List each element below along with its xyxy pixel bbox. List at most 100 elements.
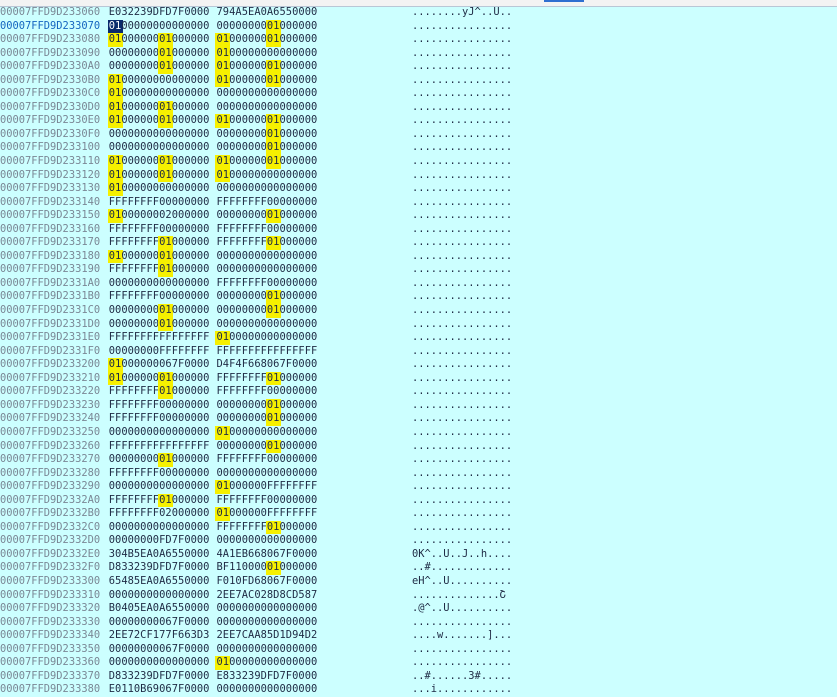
- hex-row[interactable]: 00007FFD9D233320 B0 40 5E A0 A6 55 00 00 00 00 00 00…: [0, 602, 837, 616]
- hex-byte[interactable]: 00: [304, 670, 319, 684]
- hex-row[interactable]: 00007FFD9D2332C0 00 00 00 00 00 00 00 00 FF FF FF FF…: [0, 520, 837, 535]
- hex-byte[interactable]: 00: [304, 358, 319, 372]
- hex-row[interactable]: 00007FFD9D233270 00 00 00 00 01 00 00 00 FF FF FF FF…: [0, 453, 837, 467]
- hex-row[interactable]: 00007FFD9D233130 01 00 00 00 00 00 00 00 00 00 00 00…: [0, 182, 837, 196]
- hex-byte[interactable]: 00: [196, 6, 211, 20]
- hex-byte[interactable]: D2: [304, 629, 319, 643]
- hex-byte[interactable]: 00: [196, 290, 211, 304]
- hex-byte[interactable]: 00: [304, 182, 319, 196]
- hex-row[interactable]: 00007FFD9D233140 FF FF FF FF 00 00 00 00 FF FF FF FF…: [0, 196, 837, 210]
- hex-row[interactable]: 00007FFD9D2332F0 D8 33 23 9D FD 7F 00 00 BF 11 00 00…: [0, 561, 837, 575]
- hex-row[interactable]: 00007FFD9D2330F0 00 00 00 00 00 00 00 00 00 00 00 00…: [0, 127, 837, 142]
- hex-row[interactable]: 00007FFD9D233240 FF FF FF FF 00 00 00 00 00 00 00 00…: [0, 412, 837, 426]
- hex-byte[interactable]: FF: [196, 345, 211, 359]
- hex-byte[interactable]: 00: [304, 467, 319, 481]
- hex-byte[interactable]: 00: [196, 141, 211, 155]
- hex-row[interactable]: 00007FFD9D233310 00 00 00 00 00 00 00 00 2E E7 AC 02…: [0, 589, 837, 603]
- hex-byte[interactable]: 00: [196, 643, 211, 657]
- hex-row[interactable]: 00007FFD9D2331B0 FF FF FF FF 00 00 00 00 00 00 00 00…: [0, 290, 837, 305]
- hex-row[interactable]: 00007FFD9D233220 FF FF FF FF 01 00 00 00 FF FF FF FF…: [0, 385, 837, 399]
- hex-byte[interactable]: FF: [304, 480, 319, 494]
- hex-byte[interactable]: 87: [304, 589, 319, 603]
- hex-row[interactable]: 00007FFD9D233340 2E E7 2C F1 77 F6 63 D3 2E E7 CA A8…: [0, 629, 837, 643]
- hex-byte[interactable]: 00: [304, 114, 319, 128]
- hex-byte[interactable]: 00: [196, 399, 211, 413]
- hex-byte[interactable]: 00: [196, 507, 211, 521]
- hex-row[interactable]: 00007FFD9D233120 01 00 00 00 01 00 00 00 01 00 00 00…: [0, 168, 837, 183]
- hex-byte[interactable]: 00: [196, 250, 211, 264]
- hex-byte[interactable]: 00: [196, 101, 211, 115]
- hex-byte[interactable]: 00: [196, 128, 211, 142]
- hex-byte[interactable]: 00: [304, 521, 319, 535]
- hex-byte[interactable]: 00: [196, 236, 211, 250]
- hex-byte[interactable]: 00: [196, 263, 211, 277]
- hex-byte[interactable]: 00: [196, 683, 211, 697]
- hex-byte[interactable]: 00: [196, 561, 211, 575]
- hex-byte[interactable]: 00: [304, 534, 319, 548]
- hex-dump-view[interactable]: 00007FFD9D233060 E0 32 23 9D FD 7F 00 00 79 4A 5E A0…: [0, 6, 837, 697]
- hex-byte[interactable]: 00: [196, 182, 211, 196]
- hex-row[interactable]: 00007FFD9D233080 01 00 00 00 01 00 00 00 01 00 00 00…: [0, 33, 837, 47]
- hex-row[interactable]: 00007FFD9D233100 00 00 00 00 00 00 00 00 00 00 00 00…: [0, 141, 837, 156]
- hex-byte[interactable]: 00: [196, 223, 211, 237]
- hex-byte[interactable]: 00: [304, 196, 319, 210]
- hex-byte[interactable]: 00: [304, 331, 319, 345]
- hex-byte[interactable]: 00: [304, 60, 319, 74]
- hex-byte[interactable]: 00: [196, 670, 211, 684]
- hex-byte[interactable]: 00: [304, 304, 319, 318]
- hex-row[interactable]: 00007FFD9D233180 01 00 00 00 01 00 00 00 00 00 00 00…: [0, 249, 837, 264]
- hex-byte[interactable]: 00: [304, 656, 319, 670]
- hex-byte[interactable]: 00: [196, 412, 211, 426]
- hex-byte[interactable]: 00: [304, 209, 319, 223]
- hex-byte[interactable]: 00: [304, 616, 319, 630]
- hex-row[interactable]: 00007FFD9D233250 00 00 00 00 00 00 00 00 01 00 00 00…: [0, 425, 837, 440]
- hex-row[interactable]: 00007FFD9D233350 00 00 00 00 06 7F 00 00 00 00 00 00…: [0, 643, 837, 657]
- hex-byte[interactable]: 00: [304, 385, 319, 399]
- hex-byte[interactable]: 00: [196, 494, 211, 508]
- hex-byte[interactable]: 00: [196, 602, 211, 616]
- hex-row[interactable]: 00007FFD9D233330 00 00 00 00 06 7F 00 00 00 00 00 00…: [0, 616, 837, 630]
- hex-byte[interactable]: 00: [196, 60, 211, 74]
- hex-row[interactable]: 00007FFD9D2330B0 01 00 00 00 00 00 00 00 01 00 00 00…: [0, 73, 837, 88]
- hex-byte[interactable]: FF: [196, 331, 211, 345]
- hex-byte[interactable]: 00: [304, 561, 319, 575]
- hex-byte[interactable]: FF: [196, 440, 211, 454]
- hex-row[interactable]: 00007FFD9D2331A0 00 00 00 00 00 00 00 00 FF FF FF FF…: [0, 277, 837, 291]
- hex-byte[interactable]: 00: [304, 277, 319, 291]
- hex-row[interactable]: 00007FFD9D2331E0 FF FF FF FF FF FF FF FF 01 00 00 00…: [0, 331, 837, 345]
- hex-byte[interactable]: 00: [304, 575, 319, 589]
- hex-row[interactable]: 00007FFD9D233230 FF FF FF FF 00 00 00 00 00 00 00 00…: [0, 398, 837, 413]
- hex-byte[interactable]: 00: [196, 616, 211, 630]
- hex-byte[interactable]: 00: [196, 87, 211, 101]
- hex-byte[interactable]: 00: [196, 426, 211, 440]
- hex-row[interactable]: 00007FFD9D233360 00 00 00 00 00 00 00 00 01 00 00 00…: [0, 656, 837, 670]
- hex-byte[interactable]: 00: [304, 426, 319, 440]
- hex-row[interactable]: 00007FFD9D2332E0 30 4B 5E A0 A6 55 00 00 4A 1E B6 68…: [0, 548, 837, 562]
- hex-byte[interactable]: 00: [196, 467, 211, 481]
- hex-byte[interactable]: 00: [196, 33, 211, 47]
- hex-byte[interactable]: 00: [304, 602, 319, 616]
- hex-byte[interactable]: FF: [304, 345, 319, 359]
- hex-byte[interactable]: 00: [196, 575, 211, 589]
- hex-row[interactable]: 00007FFD9D233150 01 00 00 00 02 00 00 00 00 00 00 00…: [0, 209, 837, 223]
- hex-byte[interactable]: 00: [196, 304, 211, 318]
- hex-byte[interactable]: 00: [304, 33, 319, 47]
- hex-byte[interactable]: 00: [196, 480, 211, 494]
- hex-byte[interactable]: D3: [196, 629, 211, 643]
- hex-byte[interactable]: 00: [304, 155, 319, 169]
- hex-row[interactable]: 00007FFD9D233060 E0 32 23 9D FD 7F 00 00 79 4A 5E A0…: [0, 6, 837, 20]
- hex-byte[interactable]: 00: [196, 277, 211, 291]
- hex-byte[interactable]: 00: [196, 196, 211, 210]
- hex-byte[interactable]: 00: [196, 114, 211, 128]
- hex-byte[interactable]: 00: [304, 87, 319, 101]
- hex-byte[interactable]: 00: [304, 290, 319, 304]
- hex-byte[interactable]: 00: [304, 372, 319, 386]
- hex-byte[interactable]: 00: [304, 318, 319, 332]
- hex-row[interactable]: 00007FFD9D2330A0 00 00 00 00 01 00 00 00 01 00 00 00…: [0, 60, 837, 74]
- hex-byte[interactable]: 00: [304, 494, 319, 508]
- hex-byte[interactable]: 00: [196, 453, 211, 467]
- hex-row[interactable]: 00007FFD9D233170 FF FF FF FF 01 00 00 00 FF FF FF FF…: [0, 236, 837, 250]
- hex-byte[interactable]: 00: [304, 440, 319, 454]
- hex-byte[interactable]: 00: [304, 169, 319, 183]
- hex-row[interactable]: 00007FFD9D233200 01 00 00 00 06 7F 00 00 D4 F4 F6 68…: [0, 358, 837, 372]
